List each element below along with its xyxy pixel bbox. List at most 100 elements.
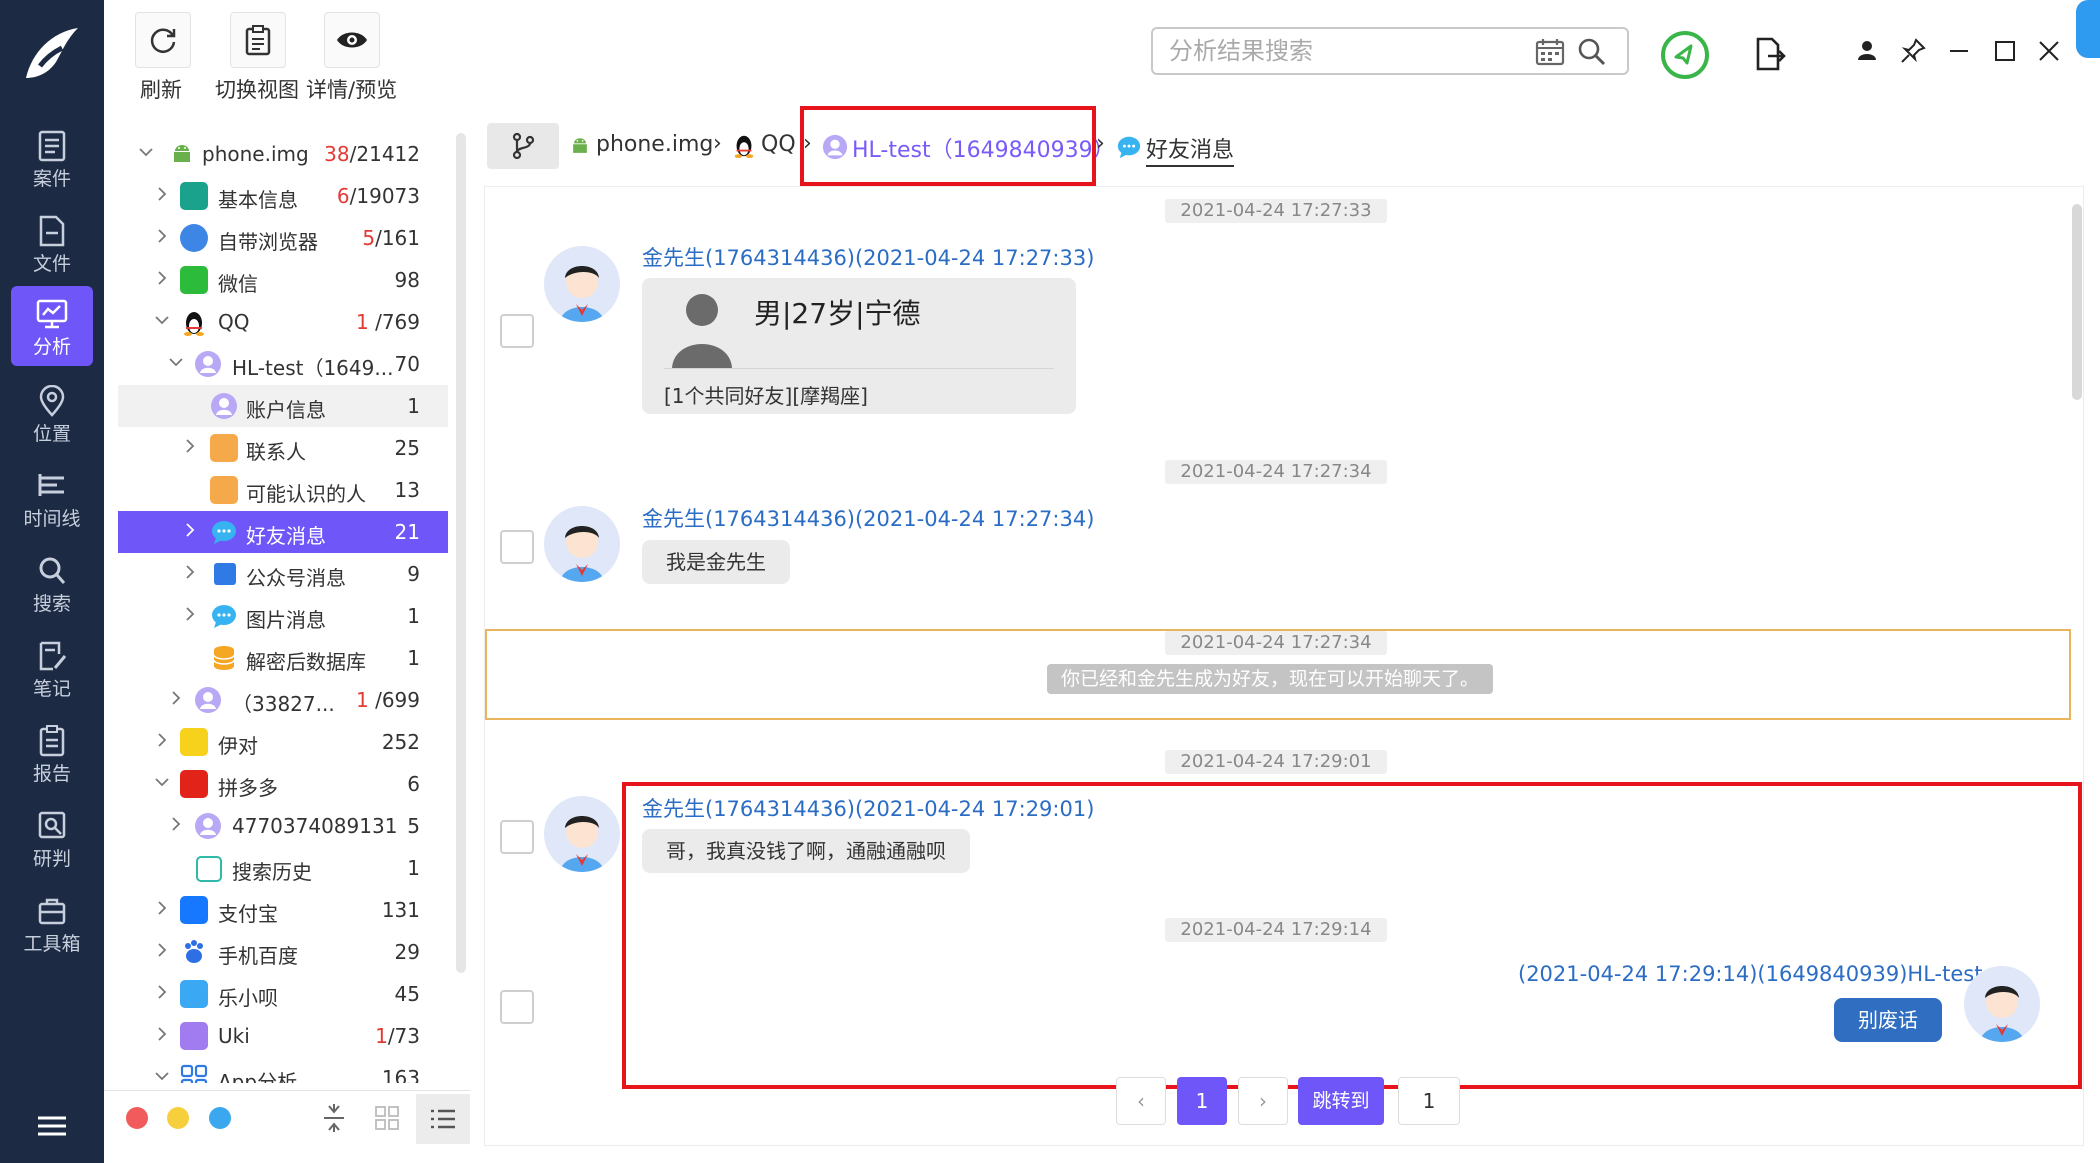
tree-row-alipay[interactable]: 支付宝 131 (118, 889, 448, 931)
tree-row-count: 9 (407, 562, 420, 586)
minimize-icon[interactable] (1944, 36, 1974, 66)
chevron-right-icon[interactable] (168, 816, 184, 832)
chevron-right-icon[interactable] (182, 522, 198, 538)
list-view-button[interactable] (416, 1094, 470, 1144)
tree-row-qq[interactable]: QQ 1 /769 (118, 301, 448, 343)
chat-scrollbar[interactable] (2072, 204, 2082, 400)
breadcrumb-phone-img[interactable]: phone.img (596, 132, 713, 157)
result-search-input[interactable] (1167, 35, 1511, 69)
chevron-down-icon[interactable] (154, 312, 170, 328)
nav-timeline[interactable]: 时间线 (11, 458, 93, 538)
message-bubble[interactable]: 我是金先生 (642, 540, 790, 584)
tree-row-pinduoduo[interactable]: 拼多多 6 (118, 763, 448, 805)
chevron-right-icon[interactable] (182, 438, 198, 454)
shield-status-icon[interactable] (1660, 30, 1710, 80)
message-checkbox[interactable] (500, 314, 534, 348)
card-divider (664, 368, 1054, 369)
nav-search[interactable]: 搜索 (11, 543, 93, 623)
tree-row-baidu[interactable]: 手机百度 29 (118, 931, 448, 973)
switch-view-button[interactable] (230, 12, 286, 68)
calendar-icon[interactable] (1535, 38, 1565, 66)
export-icon[interactable] (1754, 36, 1786, 72)
tree-row-label: 基本信息 (218, 188, 298, 212)
tree-row-friend-messages[interactable]: 好友消息 21 (118, 511, 448, 553)
tree-row-wechat[interactable]: 微信 98 (118, 259, 448, 301)
branch-toggle-button[interactable] (487, 123, 559, 169)
tree-row-browser[interactable]: 自带浏览器 5/161 (118, 217, 448, 259)
nav-case[interactable]: 案件 (11, 118, 93, 198)
chevron-down-icon[interactable] (138, 144, 154, 160)
chevron-down-icon[interactable] (168, 354, 184, 370)
message-checkbox[interactable] (500, 530, 534, 564)
chevron-right-icon[interactable] (154, 228, 170, 244)
blue-filter-dot[interactable] (209, 1107, 231, 1129)
page-jump-input[interactable]: 1 (1398, 1077, 1460, 1125)
official-account-icon (214, 563, 236, 585)
chevron-right-icon[interactable] (154, 900, 170, 916)
grid-view-icon[interactable] (374, 1105, 400, 1131)
chevron-right-icon[interactable] (168, 690, 184, 706)
chevron-down-icon[interactable] (154, 1068, 170, 1083)
page-number-current[interactable]: 1 (1177, 1077, 1227, 1125)
maximize-icon[interactable] (1990, 36, 2020, 66)
tree-row-pdd-account[interactable]: 4770374089131 5 (118, 805, 448, 847)
breadcrumb-qq[interactable]: QQ (761, 132, 796, 157)
tree-row-lexiaobei[interactable]: 乐小呗 45 (118, 973, 448, 1015)
message-checkbox[interactable] (500, 990, 534, 1024)
red-filter-dot[interactable] (126, 1107, 148, 1129)
tree-row-image-messages[interactable]: 图片消息 1 (118, 595, 448, 637)
tree-row-label: 好友消息 (246, 524, 326, 548)
chevron-down-icon[interactable] (154, 774, 170, 790)
message-timestamp: 2021-04-24 17:27:34 (1165, 460, 1387, 484)
nav-toolbox[interactable]: 工具箱 (11, 883, 93, 963)
tree-row-qq-account-2[interactable]: （33827... 1 /699 (118, 679, 448, 721)
tree-row-hl-test[interactable]: HL-test（1649... 70 (118, 343, 448, 385)
tree-row-phone-img[interactable]: phone.img 38/21412 (118, 133, 448, 175)
nav-report[interactable]: 报告 (11, 713, 93, 793)
tree-row-official-messages[interactable]: 公众号消息 9 (118, 553, 448, 595)
nav-judge[interactable]: 研判 (11, 798, 93, 878)
tree-row-uki[interactable]: Uki 1/73 (118, 1015, 448, 1057)
tree-row-count: 1/73 (375, 1024, 420, 1048)
menu-icon[interactable] (36, 1114, 68, 1138)
tree-row-contacts[interactable]: 联系人 25 (118, 427, 448, 469)
chevron-right-icon[interactable] (182, 606, 198, 622)
nav-analysis[interactable]: 分析 (11, 286, 93, 366)
next-page-button[interactable]: › (1238, 1077, 1288, 1125)
jump-to-button[interactable]: 跳转到 (1298, 1077, 1384, 1125)
pin-icon[interactable] (1898, 36, 1928, 66)
breadcrumb-friend-messages[interactable]: 好友消息 (1146, 132, 1235, 167)
nav-notes[interactable]: 笔记 (11, 628, 93, 708)
chevron-right-icon[interactable] (154, 732, 170, 748)
chevron-right-icon[interactable] (154, 186, 170, 202)
yellow-filter-dot[interactable] (167, 1107, 189, 1129)
tree-row-count: 1 (407, 646, 420, 670)
contact-card-bubble[interactable]: 男|27岁|宁德 [1个共同好友][摩羯座] (642, 278, 1076, 414)
tree-row-search-history[interactable]: 搜索历史 1 (118, 847, 448, 889)
tree-scrollbar[interactable] (456, 133, 466, 973)
tree-row-decrypted-db[interactable]: 解密后数据库 1 (118, 637, 448, 679)
prev-page-button[interactable]: ‹ (1116, 1077, 1166, 1125)
tree-row-app-analysis[interactable]: App分析 163 (118, 1057, 448, 1083)
tree-row-account-info[interactable]: 账户信息 1 (118, 385, 448, 427)
tree-row-may-know[interactable]: 可能认识的人 13 (118, 469, 448, 511)
result-search-box[interactable] (1151, 27, 1629, 75)
user-icon[interactable] (1852, 36, 1882, 66)
message-checkbox[interactable] (500, 820, 534, 854)
highlight-box-messages (622, 782, 2082, 1089)
chevron-right-icon[interactable] (154, 984, 170, 1000)
nav-location[interactable]: 位置 (11, 373, 93, 453)
tree-row-yidui[interactable]: 伊对 252 (118, 721, 448, 763)
tree-row-basic-info[interactable]: 基本信息 6/19073 (118, 175, 448, 217)
chevron-right-icon[interactable] (154, 270, 170, 286)
nav-file[interactable]: 文件 (11, 203, 93, 283)
collapse-icon[interactable] (320, 1103, 348, 1133)
refresh-button[interactable] (135, 12, 191, 68)
chevron-right-icon[interactable] (182, 564, 198, 580)
close-icon[interactable] (2034, 36, 2064, 66)
search-icon[interactable] (1577, 37, 1607, 67)
details-preview-button[interactable] (324, 12, 380, 68)
chevron-right-icon[interactable] (154, 1026, 170, 1042)
chevron-right-icon[interactable] (154, 942, 170, 958)
side-panel-tab[interactable] (2076, 0, 2100, 58)
